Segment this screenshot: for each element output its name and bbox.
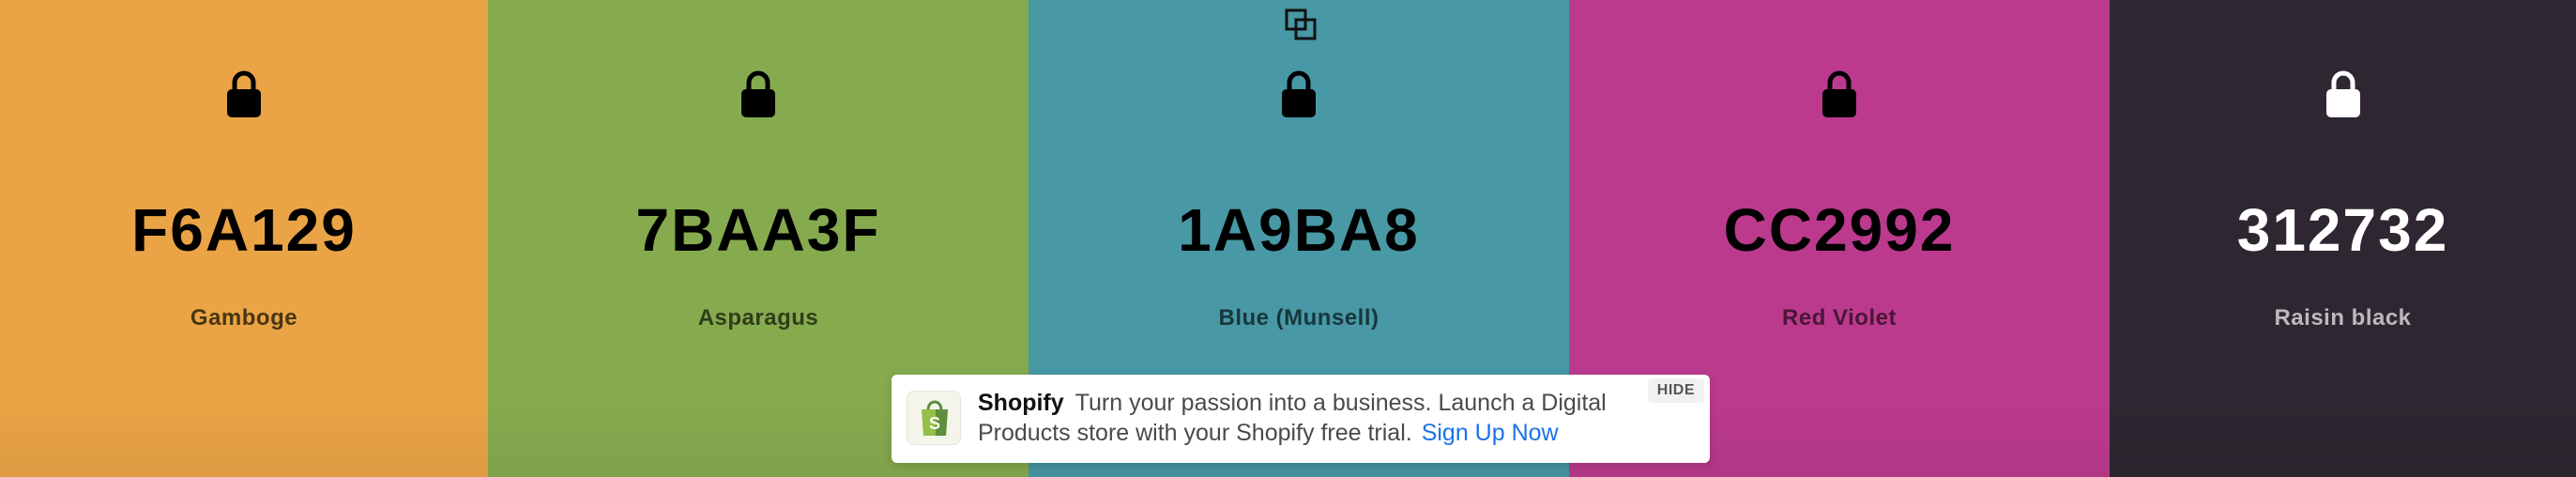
color-name[interactable]: Gamboge xyxy=(0,305,488,331)
sign-up-link[interactable]: Sign Up Now xyxy=(1422,420,1559,446)
ad-copy: Shopify Turn your passion into a business… xyxy=(978,388,1672,448)
color-name[interactable]: Asparagus xyxy=(488,305,1029,331)
ad-brand[interactable]: Shopify xyxy=(978,390,1064,416)
hide-ad-button[interactable]: HIDE xyxy=(1647,378,1704,403)
hex-code[interactable]: 7BAA3F xyxy=(488,195,1029,265)
hex-code[interactable]: CC2992 xyxy=(1569,195,2110,265)
lock-icon[interactable] xyxy=(739,69,777,118)
color-swatch-1[interactable]: F6A129 Gamboge xyxy=(0,0,488,477)
hex-code[interactable]: 1A9BA8 xyxy=(1029,195,1569,265)
ad-banner[interactable]: S Shopify Turn your passion into a busine… xyxy=(892,375,1710,463)
lock-icon[interactable] xyxy=(2324,69,2362,118)
hex-code[interactable]: 312732 xyxy=(2110,195,2576,265)
shopify-bag-icon[interactable]: S xyxy=(907,391,961,445)
lock-icon[interactable] xyxy=(1821,69,1858,118)
lock-icon[interactable] xyxy=(1280,69,1318,118)
svg-text:S: S xyxy=(929,414,940,433)
color-name[interactable]: Raisin black xyxy=(2110,305,2576,331)
color-name[interactable]: Red Violet xyxy=(1569,305,2110,331)
copy-icon[interactable] xyxy=(1284,8,1318,41)
color-name[interactable]: Blue (Munsell) xyxy=(1029,305,1569,331)
lock-icon[interactable] xyxy=(225,69,263,118)
hex-code[interactable]: F6A129 xyxy=(0,195,488,265)
color-swatch-5[interactable]: 312732 Raisin black xyxy=(2110,0,2576,477)
